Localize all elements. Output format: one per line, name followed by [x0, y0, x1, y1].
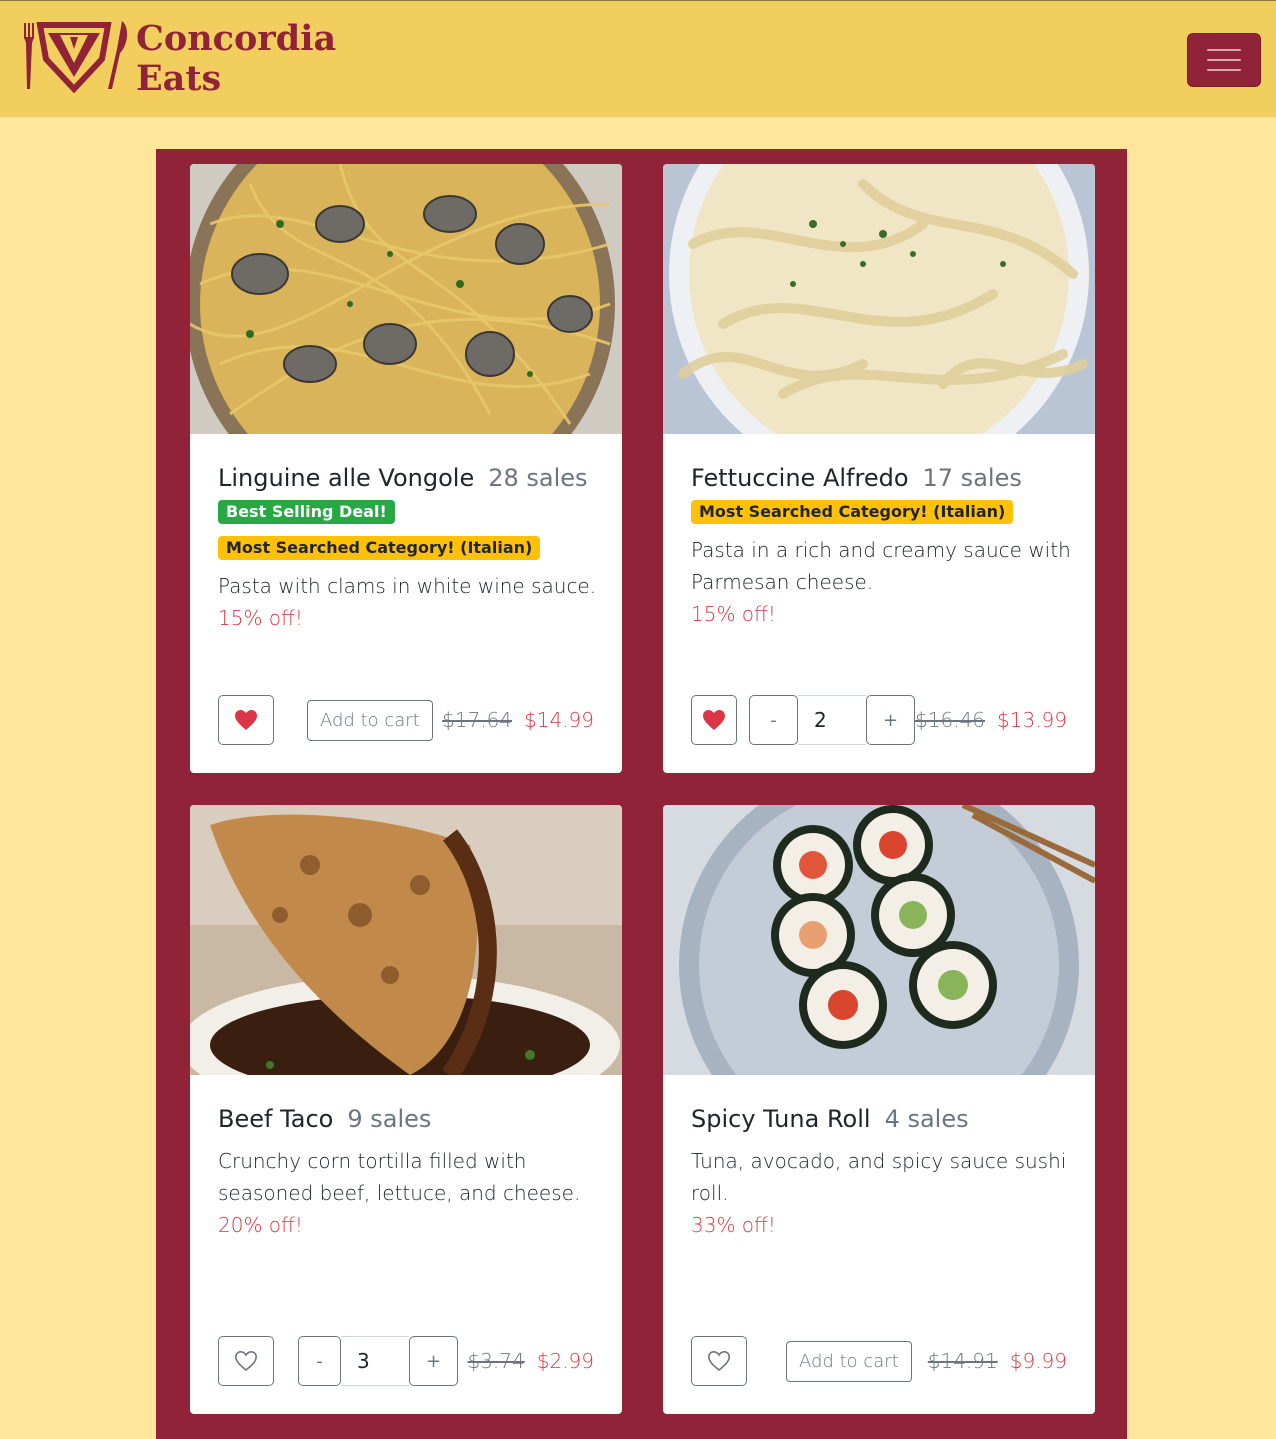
add-to-cart-button[interactable]: Add to cart — [786, 1340, 912, 1382]
hamburger-icon-line — [1207, 49, 1241, 51]
product-card-body: Beef Taco 9 sales Crunchy corn tortilla f… — [218, 1103, 598, 1241]
product-image-spicy-tuna-roll[interactable] — [663, 805, 1095, 1075]
original-price: $14.91 — [927, 1349, 998, 1373]
discount-text: 15% off! — [218, 606, 303, 630]
product-description: Pasta in a rich and creamy sauce with Pa… — [691, 538, 1071, 594]
decrease-quantity-button[interactable]: - — [749, 695, 799, 745]
sales-count: 28 sales — [488, 464, 588, 492]
favorite-button[interactable] — [218, 695, 274, 745]
product-card-body: Fettuccine Alfredo 17 sales Most Searched… — [691, 462, 1071, 630]
sales-count: 9 sales — [347, 1105, 432, 1133]
product-description: Crunchy corn tortilla filled with season… — [218, 1149, 581, 1205]
product-card-body: Spicy Tuna Roll 4 sales Tuna, avocado, an… — [691, 1103, 1071, 1241]
concordia-logo-icon — [24, 21, 128, 93]
quantity-input[interactable]: 2 — [798, 695, 867, 745]
hamburger-icon-line — [1207, 59, 1241, 61]
quantity-input[interactable]: 3 — [341, 1336, 409, 1386]
product-title: Beef Taco 9 sales — [218, 1103, 598, 1135]
product-actions: Add to cart $14.91 $9.99 — [691, 1335, 1067, 1387]
favorite-button[interactable] — [691, 1336, 747, 1386]
product-name: Spicy Tuna Roll — [691, 1105, 871, 1133]
product-name: Linguine alle Vongole — [218, 464, 475, 492]
favorite-button[interactable] — [691, 695, 738, 745]
heart-filled-icon — [235, 710, 257, 730]
navbar-toggle-button[interactable] — [1187, 33, 1261, 87]
brand-link[interactable]: Concordia Eats — [22, 19, 336, 99]
product-actions: Add to cart $17.64 $14.99 — [218, 694, 594, 746]
brand-name-line1: Concordia — [136, 18, 337, 59]
product-image-linguine[interactable] — [190, 164, 622, 434]
add-to-cart-button[interactable]: Add to cart — [307, 699, 433, 741]
heart-outline-icon — [707, 1350, 731, 1372]
discount-text: 33% off! — [691, 1213, 776, 1237]
quantity-stepper: - 2 + — [749, 695, 916, 745]
best-selling-badge: Best Selling Deal! — [218, 500, 395, 524]
decrease-quantity-button[interactable]: - — [298, 1336, 341, 1386]
most-searched-badge: Most Searched Category! (Italian) — [691, 500, 1014, 524]
navbar: Concordia Eats — [0, 0, 1276, 117]
increase-quantity-button[interactable]: + — [866, 695, 916, 745]
original-price: $16.46 — [915, 708, 986, 732]
sales-count: 17 sales — [922, 464, 1022, 492]
product-actions: - 3 + $3.74 $2.99 — [218, 1335, 594, 1387]
product-grid: Linguine alle Vongole 28 sales Best Selli… — [156, 149, 1127, 1439]
discount-text: 20% off! — [218, 1213, 303, 1237]
product-name: Beef Taco — [218, 1105, 334, 1133]
increase-quantity-button[interactable]: + — [409, 1336, 458, 1386]
product-title: Linguine alle Vongole 28 sales — [218, 462, 598, 494]
sale-price: $14.99 — [524, 708, 594, 732]
heart-outline-icon — [234, 1350, 258, 1372]
product-card-body: Linguine alle Vongole 28 sales Best Selli… — [218, 462, 598, 634]
product-card: Fettuccine Alfredo 17 sales Most Searched… — [663, 164, 1095, 773]
product-card: Spicy Tuna Roll 4 sales Tuna, avocado, an… — [663, 805, 1095, 1414]
product-title: Spicy Tuna Roll 4 sales — [691, 1103, 1071, 1135]
sales-count: 4 sales — [884, 1105, 969, 1133]
original-price: $3.74 — [467, 1349, 525, 1373]
product-card: Linguine alle Vongole 28 sales Best Selli… — [190, 164, 622, 773]
product-image-beef-taco[interactable] — [190, 805, 622, 1075]
brand-name-line2: Eats — [136, 58, 222, 99]
most-searched-badge: Most Searched Category! (Italian) — [218, 536, 541, 560]
discount-text: 15% off! — [691, 602, 776, 626]
sale-price: $9.99 — [1009, 1349, 1067, 1373]
original-price: $17.64 — [442, 708, 513, 732]
product-image-fettuccine[interactable] — [663, 164, 1095, 434]
heart-filled-icon — [703, 710, 726, 730]
product-description: Pasta with clams in white wine sauce. — [218, 574, 597, 598]
favorite-button[interactable] — [218, 1336, 274, 1386]
sale-price: $13.99 — [997, 708, 1067, 732]
product-card: Beef Taco 9 sales Crunchy corn tortilla f… — [190, 805, 622, 1414]
sale-price: $2.99 — [536, 1349, 594, 1373]
product-description: Tuna, avocado, and spicy sauce sushi rol… — [691, 1149, 1067, 1205]
quantity-stepper: - 3 + — [298, 1336, 458, 1386]
product-title: Fettuccine Alfredo 17 sales — [691, 462, 1071, 494]
product-actions: - 2 + $16.46 $13.99 — [691, 694, 1067, 746]
hamburger-icon-line — [1207, 69, 1241, 71]
product-name: Fettuccine Alfredo — [691, 464, 909, 492]
